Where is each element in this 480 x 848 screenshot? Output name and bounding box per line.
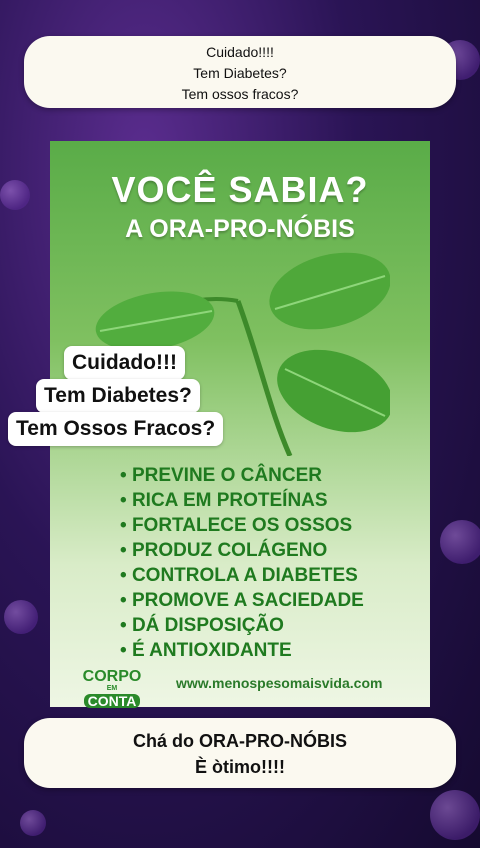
- logo-line: EM: [106, 685, 118, 692]
- top-caption-line: Tem Diabetes?: [193, 65, 287, 81]
- bottom-caption: Chá do ORA-PRO-NÓBIS È òtimo!!!!: [24, 718, 456, 788]
- top-caption-line: Tem ossos fracos?: [181, 86, 299, 102]
- overlay-sticker-line: Tem Diabetes?: [36, 379, 200, 413]
- brand-logo: CORPO EM CONTA: [76, 669, 148, 711]
- card-headline: VOCÊ SABIA?: [111, 169, 369, 210]
- sticker-text: Tem Ossos Fracos?: [16, 417, 216, 440]
- background-bubble: [430, 790, 480, 840]
- benefit-item: DÁ DISPOSIÇÃO: [120, 613, 364, 638]
- bottom-caption-line: È òtimo!!!!: [195, 757, 285, 777]
- top-caption-line: Cuidado!!!!: [206, 44, 274, 60]
- background-bubble: [440, 520, 480, 564]
- sticker-text: Cuidado!!!: [72, 351, 177, 374]
- benefit-item: RICA EM PROTEÍNAS: [120, 488, 364, 513]
- benefit-item: PREVINE O CÂNCER: [120, 463, 364, 488]
- logo-line: CORPO: [82, 668, 142, 685]
- card-subheadline: A ORA-PRO-NÓBIS: [125, 215, 355, 243]
- overlay-sticker-line: Cuidado!!!: [64, 346, 185, 380]
- overlay-sticker-line: Tem Ossos Fracos?: [8, 412, 224, 446]
- sticker-text: Tem Diabetes?: [44, 384, 192, 407]
- benefit-item: PROMOVE A SACIEDADE: [120, 588, 364, 613]
- website-text: www.menospesomaisvida.com: [176, 675, 383, 691]
- background-bubble: [4, 600, 38, 634]
- background-bubble: [20, 810, 46, 836]
- top-caption: Cuidado!!!! Tem Diabetes? Tem ossos frac…: [24, 36, 456, 108]
- background-bubble: [0, 180, 30, 210]
- bottom-caption-line: Chá do ORA-PRO-NÓBIS: [133, 731, 347, 751]
- benefit-item: CONTROLA A DIABETES: [120, 563, 364, 588]
- benefits-list: PREVINE O CÂNCER RICA EM PROTEÍNAS FORTA…: [120, 463, 364, 663]
- benefit-item: É ANTIOXIDANTE: [120, 638, 364, 663]
- benefit-item: FORTALECE OS OSSOS: [120, 513, 364, 538]
- logo-line: CONTA: [83, 694, 141, 708]
- benefit-item: PRODUZ COLÁGENO: [120, 538, 364, 563]
